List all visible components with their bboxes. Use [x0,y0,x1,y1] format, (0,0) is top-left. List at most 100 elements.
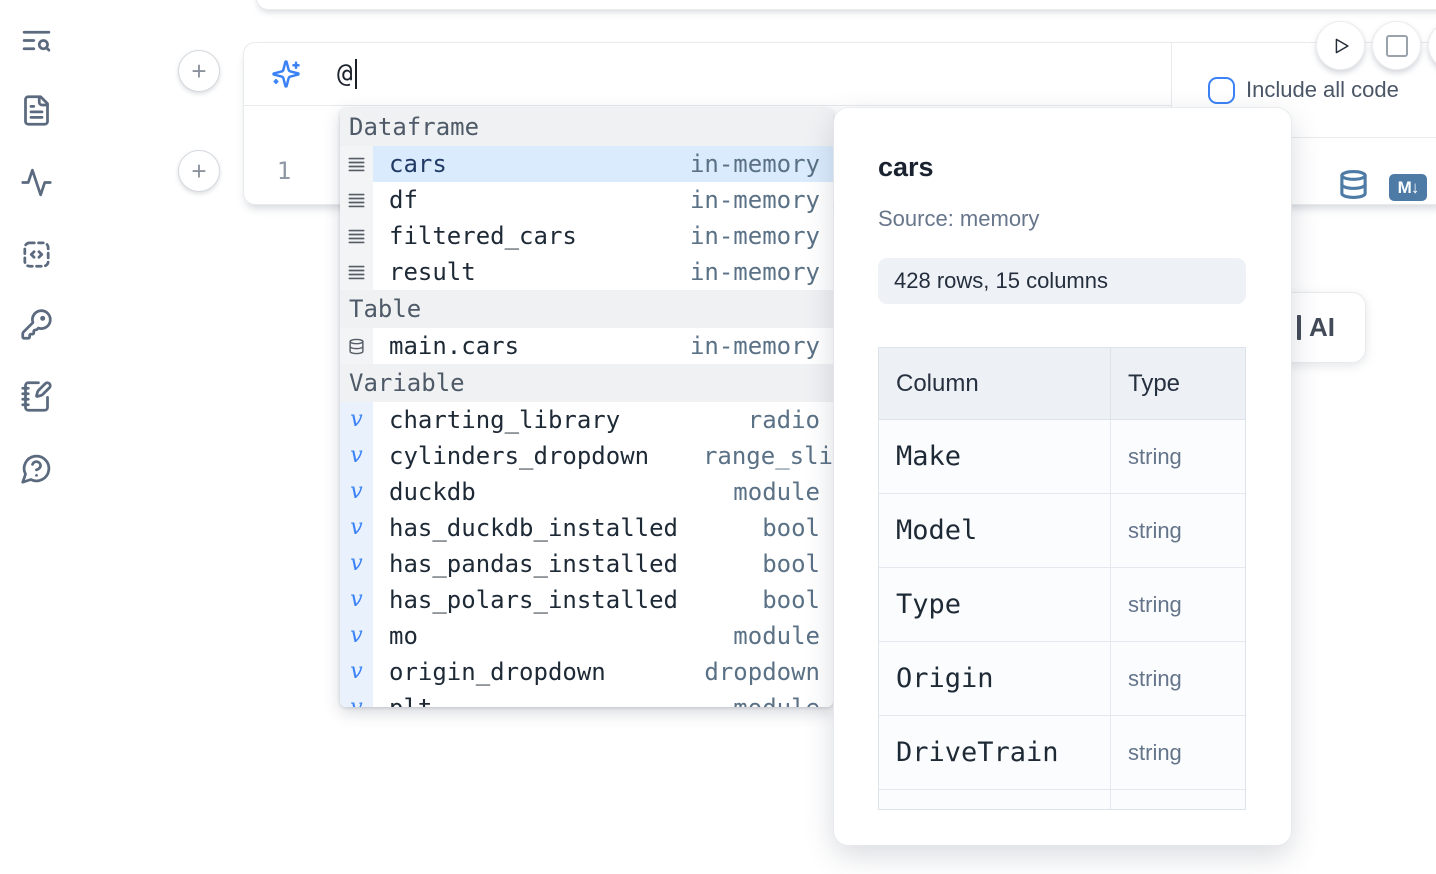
preview-source: Source: memory [878,206,1039,232]
item-type: module [733,694,833,707]
column-type: string [1111,716,1245,789]
item-type: module [733,478,833,506]
section-header-dataframe: Dataframe [340,108,833,146]
variable-icon: v [340,690,373,707]
ai-prompt-input[interactable]: @ [244,43,1171,106]
item-type: range_sli [703,442,833,470]
item-name: result [389,258,476,286]
markdown-convert-icon[interactable]: M↓ [1389,174,1427,201]
autocomplete-item-origin-dropdown[interactable]: v origin_dropdown dropdown [340,654,833,690]
dataframe-icon [340,218,373,254]
item-type: in-memory [690,150,833,178]
previous-cell-edge [256,0,1436,10]
item-name: duckdb [389,478,476,506]
item-name: filtered_cars [389,222,577,250]
stop-icon [1386,35,1408,57]
autocomplete-item-has-duckdb-installed[interactable]: v has_duckdb_installed bool [340,510,833,546]
type-header: Type [1111,348,1245,419]
item-name: origin_dropdown [389,658,606,686]
run-button[interactable] [1316,21,1365,70]
variable-icon: v [340,438,373,474]
file-text-icon[interactable] [20,94,53,127]
run-icon [1330,35,1352,57]
autocomplete-item-main-cars[interactable]: main.cars in-memory [340,328,833,364]
column-header: Column [879,348,1111,419]
table-row: Type string [879,568,1245,642]
item-type: module [733,622,833,650]
table-database-icon [340,328,373,364]
item-type: in-memory [690,222,833,250]
column-type: string [1111,642,1245,715]
autocomplete-item-result[interactable]: result in-memory [340,254,833,290]
item-name: df [389,186,418,214]
key-icon[interactable] [20,308,53,341]
table-row: Model string [879,494,1245,568]
include-all-code-label[interactable]: Include all code [1246,77,1399,103]
item-name: charting_library [389,406,620,434]
item-type: in-memory [690,332,833,360]
autocomplete-item-filtered-cars[interactable]: filtered_cars in-memory [340,218,833,254]
variable-icon: v [340,582,373,618]
column-name: Origin [879,642,1111,715]
item-type: bool [762,550,833,578]
item-type: dropdown [704,658,833,686]
preview-title: cars [878,152,934,183]
item-name: cylinders_dropdown [389,442,649,470]
autocomplete-item-cars[interactable]: cars in-memory [340,146,833,182]
sparkles-icon [271,59,301,89]
text-search-icon[interactable] [20,24,53,57]
autocomplete-item-duckdb[interactable]: v duckdb module [340,474,833,510]
item-name: cars [389,150,447,178]
schema-table-header: Column Type [879,348,1245,420]
item-name: has_polars_installed [389,586,678,614]
autocomplete-item-charting-library[interactable]: v charting_library radio [340,402,833,438]
database-icon[interactable] [1338,169,1369,200]
autocomplete-item-has-pandas-installed[interactable]: v has_pandas_installed bool [340,546,833,582]
prompt-value: @ [337,59,353,89]
autocomplete-item-df[interactable]: df in-memory [340,182,833,218]
dataframe-icon [340,182,373,218]
item-name: main.cars [389,332,519,360]
activity-icon[interactable] [20,166,53,199]
item-type: in-memory [690,258,833,286]
stop-button[interactable] [1372,21,1421,70]
include-all-code-checkbox[interactable] [1208,77,1235,104]
code-snippet-icon[interactable] [20,238,53,271]
column-type: string [1111,494,1245,567]
clipped-letter [1297,315,1301,340]
variable-icon: v [340,474,373,510]
autocomplete-dropdown: Dataframe cars in-memory df in-memory fi… [340,108,833,707]
column-type: string [1111,420,1245,493]
dataframe-preview-panel: cars Source: memory 428 rows, 15 columns… [834,108,1291,845]
variable-icon: v [340,654,373,690]
autocomplete-item-cylinders-dropdown[interactable]: v cylinders_dropdown range_sli [340,438,833,474]
table-row-partial [879,790,1245,810]
notebook-pen-icon[interactable] [20,380,53,413]
dataframe-icon [340,254,373,290]
autocomplete-item-mo[interactable]: v mo module [340,618,833,654]
add-cell-below-button[interactable]: + [178,150,220,192]
item-type: in-memory [690,186,833,214]
variable-icon: v [340,402,373,438]
item-type: radio [748,406,833,434]
item-type: bool [762,586,833,614]
ai-card-label: AI [1309,312,1335,343]
help-chat-icon[interactable] [20,452,53,485]
editor-line-number: 1 [269,157,299,185]
marimo-notebook: + + @ Include all code 1 M↓ AI [0,0,1436,874]
column-name: Make [879,420,1111,493]
section-header-variable: Variable [340,364,833,402]
autocomplete-item-partial[interactable]: v plt module [340,690,833,707]
autocomplete-item-has-polars-installed[interactable]: v has_polars_installed bool [340,582,833,618]
add-cell-above-button[interactable]: + [178,50,220,92]
column-type: string [1111,568,1245,641]
item-name: plt [389,694,432,707]
item-name: has_duckdb_installed [389,514,678,542]
section-header-table: Table [340,290,833,328]
variable-icon: v [340,546,373,582]
variable-icon: v [340,618,373,654]
schema-table: Column Type Make string Model string Typ… [878,347,1246,810]
item-name: mo [389,622,418,650]
item-type: bool [762,514,833,542]
item-name: has_pandas_installed [389,550,678,578]
